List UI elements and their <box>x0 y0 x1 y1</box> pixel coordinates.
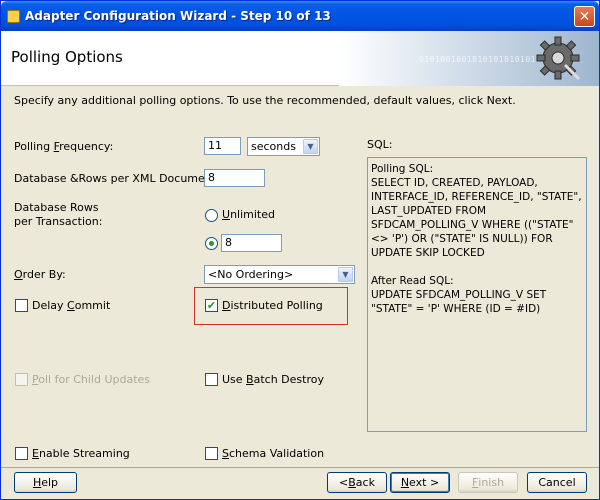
label-part: istributed Polling <box>230 299 323 312</box>
label-accel: S <box>222 447 229 460</box>
poll-child-updates-checkbox <box>15 373 28 386</box>
label-accel: O <box>14 268 23 281</box>
label-accel: E <box>32 447 39 460</box>
chevron-down-icon[interactable]: ▼ <box>303 139 318 154</box>
label-part: ommit <box>74 299 111 312</box>
enable-streaming-label: Enable Streaming <box>32 447 130 460</box>
poll-child-updates-label: Poll for Child Updates <box>32 373 150 386</box>
label-part: chema Validation <box>228 447 325 460</box>
page-title: Polling Options <box>11 48 123 66</box>
title-bar: Adapter Configuration Wizard - Step 10 o… <box>1 1 599 31</box>
label-accel: B <box>246 373 254 386</box>
label-part: oll for Child Updates <box>38 373 151 386</box>
polling-frequency-input[interactable]: 11 <box>204 137 241 155</box>
next-button[interactable]: Next > <box>390 472 450 493</box>
order-by-value: <No Ordering> <box>208 268 294 281</box>
label-accel: U <box>222 208 231 221</box>
header-banner: 0101001001010101010101010 <box>339 31 599 86</box>
label-part: elp <box>41 476 59 489</box>
sql-label: SQL: <box>367 138 393 151</box>
wizard-header: Polling Options 010100100101010101010101… <box>1 31 599 86</box>
wizard-window: Adapter Configuration Wizard - Step 10 o… <box>0 0 600 500</box>
label-accel: C <box>67 299 75 312</box>
label-part: < <box>339 476 349 489</box>
intro-text: Specify any additional polling options. … <box>14 94 516 107</box>
label-accel: B <box>348 476 356 489</box>
app-icon <box>7 10 20 23</box>
rows-per-txn-input[interactable]: 8 <box>221 234 282 252</box>
close-button[interactable]: ✕ <box>574 6 595 27</box>
label-part: nlimited <box>230 208 275 221</box>
radio-selected-dot <box>209 241 214 246</box>
schema-validation-label: Schema Validation <box>222 447 324 460</box>
label-part: Polling <box>14 140 54 153</box>
label-part: ack <box>355 476 375 489</box>
distributed-polling-label: Distributed Polling <box>222 299 323 312</box>
rows-per-doc-input[interactable]: 8 <box>204 169 265 187</box>
polling-frequency-label: Polling Frequency: <box>14 140 113 153</box>
unlimited-radio[interactable] <box>205 209 218 222</box>
order-by-select[interactable]: <No Ordering> ▼ <box>204 265 355 284</box>
rows-per-txn-label-line2: per Transaction: <box>14 215 103 228</box>
rows-per-doc-label: Database &Rows per XML Document: <box>14 172 220 185</box>
label-part: Delay <box>32 299 68 312</box>
delay-commit-label: Delay Commit <box>32 299 110 312</box>
binary-pattern: 0101001001010101010101010 <box>419 55 552 64</box>
sql-textarea[interactable]: Polling SQL: SELECT ID, CREATED, PAYLOAD… <box>367 157 587 432</box>
label-part: nable Streaming <box>38 447 130 460</box>
unlimited-label: Unlimited <box>222 208 275 221</box>
distributed-polling-checkbox[interactable]: ✔ <box>205 299 218 312</box>
chevron-down-icon[interactable]: ▼ <box>338 267 353 282</box>
label-accel: N <box>400 476 410 489</box>
label-part: atch Destroy <box>253 373 324 386</box>
gear-icon <box>536 36 581 81</box>
polling-unit-value: seconds <box>251 140 296 153</box>
label-part: ext > <box>409 476 440 489</box>
close-icon: ✕ <box>578 8 591 25</box>
cancel-button[interactable]: Cancel <box>527 472 587 493</box>
footer-divider <box>1 467 599 468</box>
rows-per-txn-label-line1: Database Rows <box>14 201 99 214</box>
label-part: Use <box>222 373 247 386</box>
label-part: requency: <box>59 140 114 153</box>
label-part: rder By: <box>22 268 66 281</box>
schema-validation-checkbox[interactable] <box>205 447 218 460</box>
enable-streaming-checkbox[interactable] <box>15 447 28 460</box>
batch-destroy-label: Use Batch Destroy <box>222 373 324 386</box>
label-accel: H <box>32 476 42 489</box>
label-part: inish <box>478 476 505 489</box>
window-title: Adapter Configuration Wizard - Step 10 o… <box>25 9 331 23</box>
back-button[interactable]: < Back <box>327 472 387 493</box>
batch-destroy-checkbox[interactable] <box>205 373 218 386</box>
check-icon: ✔ <box>206 299 217 312</box>
help-button[interactable]: Help <box>14 472 77 493</box>
polling-unit-select[interactable]: seconds ▼ <box>247 137 320 156</box>
delay-commit-checkbox[interactable] <box>15 299 28 312</box>
order-by-label: Order By: <box>14 268 66 281</box>
rows-value-radio[interactable] <box>205 237 218 250</box>
finish-button: Finish <box>458 472 518 493</box>
